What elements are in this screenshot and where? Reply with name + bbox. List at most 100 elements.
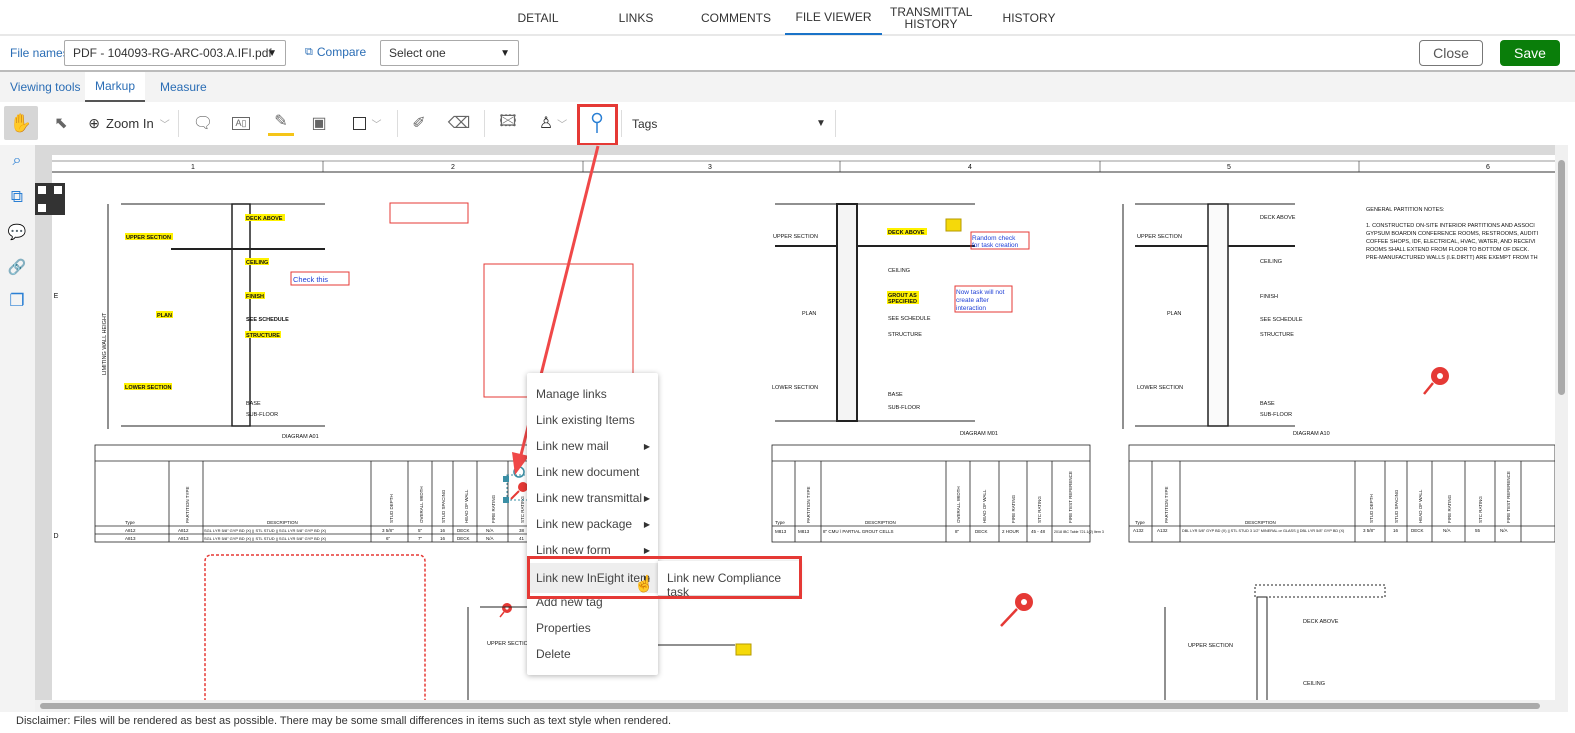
- rectangle-tool[interactable]: ﹀: [344, 106, 390, 140]
- menu-item-link-new-transmittal[interactable]: Link new transmittal ▶: [527, 485, 658, 511]
- drawing-sheet: 1 2 3 4 5 6 E D UPPER SECTION DECK ABOVE…: [35, 155, 1555, 712]
- stamp-tool[interactable]: ♙ ﹀: [532, 106, 574, 140]
- toolbar-separator: [397, 110, 398, 137]
- svg-text:A813: A813: [178, 536, 189, 541]
- horizontal-scrollbar[interactable]: [35, 700, 1555, 712]
- tab-links[interactable]: LINKS: [598, 0, 674, 35]
- label: STRUCTURE: [246, 333, 280, 339]
- svg-text:Type: Type: [1135, 520, 1145, 525]
- compare-select[interactable]: Select one ▼: [380, 40, 519, 66]
- label: CEILING: [246, 260, 268, 266]
- label: SPECIFIED: [888, 299, 917, 305]
- svg-text:Type: Type: [125, 520, 135, 525]
- tab-file-viewer[interactable]: FILE VIEWER: [785, 0, 882, 35]
- pan-hand-tool[interactable]: ✋: [4, 106, 38, 140]
- menu-item-link-existing-items[interactable]: Link existing Items: [527, 407, 658, 433]
- menu-item-link-new-package[interactable]: Link new package ▶: [527, 511, 658, 537]
- caret-down-icon: ▼: [267, 47, 277, 59]
- svg-text:N/A: N/A: [486, 536, 494, 541]
- tab-history[interactable]: HISTORY: [990, 0, 1068, 35]
- svg-text:N/A: N/A: [1500, 528, 1508, 533]
- pin-tool-highlight: [577, 104, 618, 146]
- svg-text:1. CONSTRUCTED ON-SITE INTERIO: 1. CONSTRUCTED ON-SITE INTERIOR PARTITIO…: [1366, 223, 1535, 229]
- label: SEE SCHEDULE: [888, 316, 931, 322]
- scrollbar-thumb[interactable]: [40, 703, 1540, 709]
- pen-tool[interactable]: ✐: [406, 106, 432, 140]
- file-select[interactable]: PDF - 104093-RG-ARC-003.A.IFI.pdf ▼: [64, 40, 286, 66]
- svg-text:DECK: DECK: [457, 528, 470, 533]
- stamp-page-tool[interactable]: ▣: [306, 106, 332, 140]
- compare-icon: ⧉: [305, 45, 313, 58]
- svg-text:2 HOUR: 2 HOUR: [1002, 529, 1020, 534]
- svg-text:SGL LYR 5/8" GYP BD (X) || STL: SGL LYR 5/8" GYP BD (X) || STL STUD || S…: [204, 528, 327, 533]
- highlighter-tool[interactable]: ✎: [268, 108, 294, 136]
- comments-icon[interactable]: 💬: [6, 221, 28, 243]
- svg-text:for task creation: for task creation: [972, 242, 1019, 249]
- svg-text:16: 16: [440, 528, 446, 533]
- comment-note-icon[interactable]: [735, 643, 752, 656]
- menu-item-properties[interactable]: Properties: [527, 615, 658, 641]
- menu-item-delete[interactable]: Delete: [527, 641, 658, 667]
- column-number: 2: [451, 164, 455, 171]
- compare-button[interactable]: ⧉ Compare: [305, 45, 366, 59]
- select-arrow-tool[interactable]: ⬉: [48, 106, 74, 140]
- eraser-tool[interactable]: ⌫: [446, 106, 472, 140]
- pages-icon[interactable]: ⧉: [6, 186, 28, 208]
- label: BASE: [888, 392, 903, 398]
- zoom-in-tool[interactable]: ⊕ Zoom In ﹀: [88, 106, 170, 140]
- svg-text:FIRE TEST REFERENCE: FIRE TEST REFERENCE: [1506, 471, 1511, 523]
- subtab-markup[interactable]: Markup: [85, 72, 146, 102]
- zoom-in-label: Zoom In: [106, 115, 154, 131]
- svg-text:FIRE RATING: FIRE RATING: [491, 494, 496, 523]
- tab-transmittal-history[interactable]: TRANSMITTAL HISTORY: [890, 0, 972, 35]
- svg-text:55: 55: [1475, 528, 1481, 533]
- label: SUB-FLOOR: [246, 412, 278, 418]
- comment-note-icon[interactable]: [945, 218, 962, 232]
- svg-text:CEILING: CEILING: [1303, 681, 1325, 687]
- svg-text:A812: A812: [178, 528, 189, 533]
- svg-text:DECK: DECK: [457, 536, 470, 541]
- tags-select[interactable]: Tags ▼: [626, 110, 836, 137]
- file-select-value: PDF - 104093-RG-ARC-003.A.IFI.pdf: [73, 46, 272, 60]
- row-letter: E: [54, 293, 59, 300]
- label: DIAGRAM A01: [282, 434, 319, 440]
- svg-text:UPPER SECTION: UPPER SECTION: [1188, 643, 1233, 649]
- scrollbar-thumb[interactable]: [1558, 160, 1565, 395]
- comment-tool[interactable]: 🗨: [190, 106, 216, 140]
- link-icon[interactable]: 🔗: [6, 256, 28, 278]
- close-button[interactable]: Close: [1419, 40, 1483, 66]
- svg-text:Random check: Random check: [972, 235, 1016, 242]
- svg-text:OVERALL WIDTH: OVERALL WIDTH: [419, 486, 424, 523]
- vertical-scrollbar[interactable]: [1555, 145, 1568, 712]
- label: PLAN: [802, 311, 816, 317]
- annotation-text: Random checkfor task creation: [972, 235, 1019, 249]
- chevron-down-icon: ﹀: [371, 119, 382, 131]
- column-number: 1: [191, 164, 195, 171]
- context-menu: Manage links Link existing Items Link ne…: [527, 373, 658, 675]
- subtab-measure[interactable]: Measure: [150, 72, 217, 102]
- tab-comments[interactable]: COMMENTS: [693, 0, 779, 35]
- svg-text:STC RATING: STC RATING: [1037, 496, 1042, 523]
- svg-text:2018 IBC Table 721.1(2) Item 3: 2018 IBC Table 721.1(2) Item 3: [1054, 530, 1104, 534]
- label: FINISH: [1260, 294, 1278, 300]
- svg-text:Type: Type: [775, 520, 785, 525]
- documents-icon[interactable]: ❐: [6, 290, 28, 312]
- save-button[interactable]: Save: [1500, 40, 1560, 66]
- svg-text:interaction: interaction: [956, 305, 986, 312]
- document-viewport[interactable]: 1 2 3 4 5 6 E D UPPER SECTION DECK ABOVE…: [35, 145, 1568, 712]
- text-box-tool[interactable]: A▯: [228, 106, 254, 140]
- svg-text:STUD SPACING: STUD SPACING: [441, 489, 446, 523]
- search-icon[interactable]: ⌕: [6, 150, 28, 172]
- tab-detail[interactable]: DETAIL: [500, 0, 576, 35]
- compare-label: Compare: [316, 45, 367, 59]
- menu-item-link-new-mail[interactable]: Link new mail ▶: [527, 433, 658, 459]
- menu-item-manage-links[interactable]: Manage links: [527, 381, 658, 407]
- menu-item-link-new-document[interactable]: Link new document: [527, 459, 658, 485]
- svg-text:A132: A132: [1133, 528, 1144, 533]
- svg-text:COFFEE SHOPS, IDF, ELECTRICAL,: COFFEE SHOPS, IDF, ELECTRICAL, HVAC, WAT…: [1366, 239, 1536, 245]
- image-tool[interactable]: 🖾: [495, 106, 521, 140]
- tags-placeholder: Tags: [632, 116, 658, 131]
- subtab-viewing-tools[interactable]: Viewing tools: [0, 72, 91, 102]
- svg-text:A812: A812: [125, 528, 136, 533]
- svg-text:DESCRIPTION: DESCRIPTION: [267, 520, 298, 525]
